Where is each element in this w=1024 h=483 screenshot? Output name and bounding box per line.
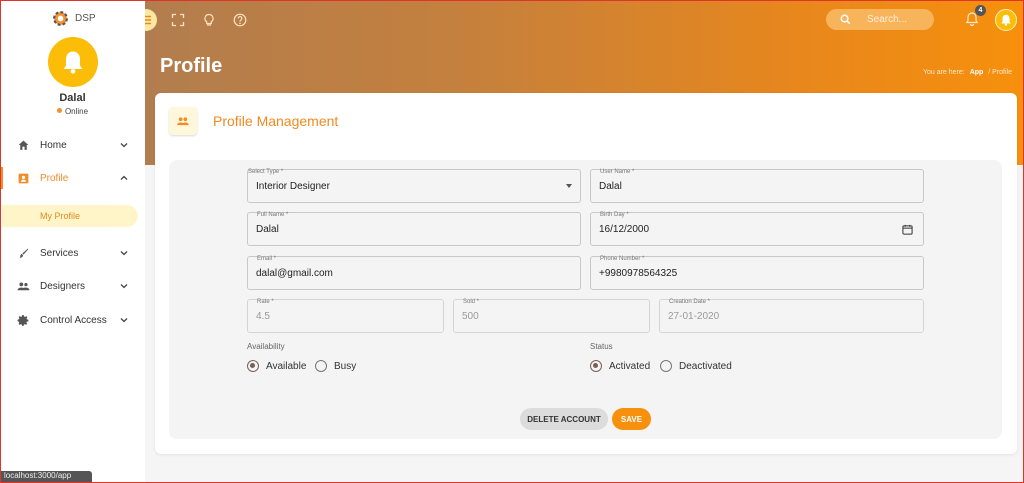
page-title: Profile <box>160 55 223 77</box>
gear-icon <box>16 313 30 327</box>
user-status: Online <box>0 107 145 116</box>
header-edge <box>1016 100 1024 165</box>
rate-field: Rate * 4.5 <box>247 299 444 333</box>
field-value: Dalal <box>256 224 279 235</box>
radio-activated[interactable]: Activated <box>590 360 650 372</box>
sidebar: DSP Dalal Online Home Profile My Profile… <box>0 0 145 483</box>
user-name-field[interactable]: User Name * Dalal <box>590 169 924 203</box>
contact-card-icon <box>16 171 30 185</box>
chevron-down-icon <box>119 315 129 325</box>
radio-label: Available <box>266 360 307 372</box>
search-icon <box>840 14 851 25</box>
search-placeholder: Search... <box>867 14 908 25</box>
sold-field: Sold * 500 <box>453 299 650 333</box>
status-text: Online <box>64 107 89 116</box>
brand[interactable]: DSP <box>52 10 96 27</box>
breadcrumb-prefix: You are here: <box>922 69 965 76</box>
field-value: dalal@gmail.com <box>256 268 333 279</box>
sidebar-item-designers[interactable]: Designers <box>0 271 145 301</box>
card-title: Profile Management <box>213 113 339 129</box>
radio-unchecked-icon <box>315 360 327 372</box>
field-label: User Name * <box>600 169 635 175</box>
field-label: Phone Number * <box>600 256 645 262</box>
chevron-down-icon <box>119 140 129 150</box>
radio-deactivated[interactable]: Deactivated <box>660 360 732 372</box>
people-icon <box>16 279 30 293</box>
help-button[interactable] <box>229 9 251 31</box>
field-value: 4.5 <box>256 311 270 322</box>
radio-unchecked-icon <box>660 360 672 372</box>
status-label: Status <box>590 342 613 351</box>
breadcrumb-separator: / <box>988 69 991 76</box>
radio-available[interactable]: Available <box>247 360 306 372</box>
breadcrumb-app-link[interactable]: App <box>970 69 984 76</box>
field-label: Creation Date * <box>669 299 711 305</box>
radio-label: Busy <box>334 360 357 372</box>
sidebar-item-control-access[interactable]: Control Access <box>0 305 145 335</box>
notification-badge: 4 <box>975 5 986 16</box>
sidebar-item-profile[interactable]: Profile <box>0 163 145 193</box>
breadcrumb: You are here: App / Profile <box>923 69 1012 76</box>
breadcrumb-current: Profile <box>992 69 1012 76</box>
status-dot <box>56 108 62 113</box>
availability-label: Availability <box>247 342 285 351</box>
chevron-up-icon <box>119 173 129 183</box>
bell-avatar-icon <box>63 51 83 74</box>
lightbulb-icon <box>204 13 214 26</box>
field-value: 27-01-2020 <box>668 311 720 322</box>
full-name-field[interactable]: Full Name * Dalal <box>247 212 581 246</box>
field-label: Select Type * <box>248 169 284 175</box>
field-value: Dalal <box>599 181 622 192</box>
radio-busy[interactable]: Busy <box>315 360 356 372</box>
delete-account-button[interactable]: DELETE ACCOUNT <box>520 408 608 430</box>
sidebar-item-label: Services <box>40 247 79 259</box>
select-type-dropdown[interactable]: Select Type * Interior Designer <box>247 169 581 203</box>
chevron-down-icon <box>119 281 129 291</box>
field-label: Sold * <box>463 299 480 305</box>
sidebar-subitem-my-profile[interactable]: My Profile <box>2 205 138 227</box>
bell-avatar-icon <box>1001 14 1011 26</box>
birth-day-field[interactable]: Birth Day * 16/12/2000 <box>590 212 924 246</box>
sidebar-item-label: Home <box>40 139 67 151</box>
brand-name: DSP <box>75 13 96 24</box>
help-icon <box>233 13 247 27</box>
save-button[interactable]: SAVE <box>612 408 651 430</box>
fullscreen-icon <box>171 13 185 27</box>
chevron-down-icon <box>119 248 129 258</box>
radio-label: Deactivated <box>679 360 732 372</box>
field-value: +9980978564325 <box>599 268 678 279</box>
brush-icon <box>16 246 30 260</box>
gear-logo-icon <box>53 11 68 26</box>
field-value: 500 <box>462 311 479 322</box>
sidebar-item-home[interactable]: Home <box>0 130 145 160</box>
sidebar-item-label: Profile <box>40 172 69 184</box>
radio-checked-icon <box>590 360 602 372</box>
field-label: Birth Day * <box>600 212 629 218</box>
creation-date-field: Creation Date * 27-01-2020 <box>659 299 924 333</box>
phone-number-field[interactable]: Phone Number * +9980978564325 <box>590 256 924 290</box>
field-value: 16/12/2000 <box>599 224 650 235</box>
email-field[interactable]: Email * dalal@gmail.com <box>247 256 581 290</box>
browser-status-url: localhost:3000/app <box>0 471 92 483</box>
lightbulb-button[interactable] <box>198 9 220 31</box>
fullscreen-button[interactable] <box>167 9 189 31</box>
home-icon <box>16 138 30 152</box>
sidebar-item-services[interactable]: Services <box>0 238 145 268</box>
card-icon-box <box>169 107 197 135</box>
radio-checked-icon <box>247 360 259 372</box>
header-avatar[interactable] <box>995 9 1017 31</box>
sidebar-item-label: Control Access <box>40 314 107 326</box>
radio-label: Activated <box>609 360 651 372</box>
people-icon <box>177 117 189 126</box>
search-input[interactable]: Search... <box>826 9 934 30</box>
field-label: Email * <box>257 256 277 262</box>
calendar-icon[interactable] <box>902 224 913 235</box>
user-avatar[interactable] <box>48 37 98 87</box>
field-label: Full Name * <box>257 212 289 218</box>
dropdown-arrow-icon <box>566 184 572 188</box>
field-label: Rate * <box>257 299 274 305</box>
field-value: Interior Designer <box>256 181 330 192</box>
sidebar-item-label: Designers <box>40 280 86 292</box>
user-name: Dalal <box>59 92 86 104</box>
